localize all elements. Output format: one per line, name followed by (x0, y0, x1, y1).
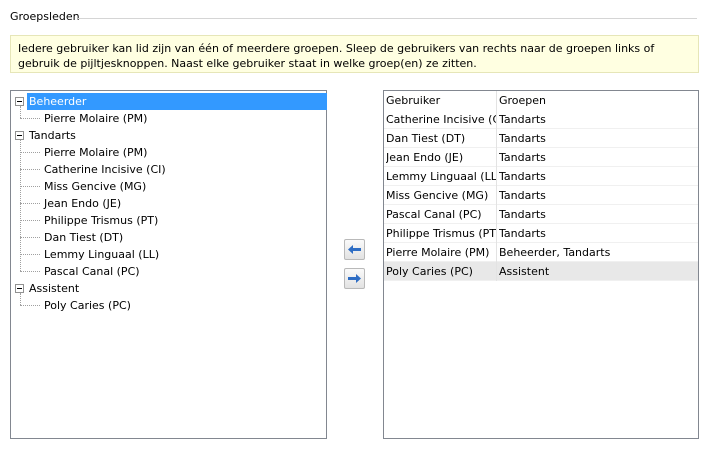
cell-user: Poly Caries (PC) (386, 265, 473, 278)
header-separator (496, 91, 497, 110)
cell-separator (496, 186, 497, 205)
header-user[interactable]: Gebruiker (386, 91, 496, 110)
tree-connector (20, 293, 21, 305)
arrow-left-icon (348, 245, 361, 254)
cell-groups: Tandarts (499, 189, 546, 202)
table-row[interactable]: Miss Gencive (MG) Tandarts (384, 186, 698, 205)
tree-connector (20, 186, 40, 187)
tree-connector (20, 140, 21, 271)
tree-member-item[interactable]: Lemmy Linguaal (LL) (42, 246, 161, 263)
table-row[interactable]: Poly Caries (PC) Assistent (384, 262, 698, 281)
table-row[interactable]: Lemmy Linguaal (LL) Tandarts (384, 167, 698, 186)
table-row[interactable]: Catherine Incisive (CI) Tandarts (384, 110, 698, 129)
cell-separator (496, 167, 497, 186)
tree-member-item[interactable]: Jean Endo (JE) (42, 195, 123, 212)
tree-member-label: Pierre Molaire (PM) (44, 112, 148, 125)
tree-connector (20, 254, 40, 255)
cell-groups: Assistent (499, 265, 550, 278)
tree-member-label: Catherine Incisive (CI) (44, 163, 166, 176)
table-row[interactable]: Dan Tiest (DT) Tandarts (384, 129, 698, 148)
tree-connector (20, 152, 40, 153)
tree-connector (20, 203, 40, 204)
move-left-button[interactable] (344, 239, 365, 260)
tree-group-label: Tandarts (29, 129, 76, 142)
users-grid[interactable]: Gebruiker Groepen Catherine Incisive (CI… (383, 90, 699, 439)
tree-member-label: Pierre Molaire (PM) (44, 146, 148, 159)
tree-member-label: Miss Gencive (MG) (44, 180, 147, 193)
tree-member-label: Jean Endo (JE) (44, 197, 122, 210)
cell-separator (496, 224, 497, 243)
cell-separator (496, 148, 497, 167)
cell-user: Miss Gencive (MG) (386, 189, 489, 202)
table-row[interactable]: Pascal Canal (PC) Tandarts (384, 205, 698, 224)
groups-tree[interactable]: Beheerder Pierre Molaire (PM) Tandarts Pier… (10, 90, 327, 439)
cell-user: Lemmy Linguaal (LL) (386, 170, 496, 183)
collapse-icon[interactable] (15, 283, 24, 293)
cell-separator (496, 110, 497, 129)
tree-group-2[interactable]: Assistent (15, 280, 81, 297)
cell-groups: Tandarts (499, 208, 546, 221)
cell-user: Catherine Incisive (CI) (386, 113, 496, 126)
collapse-icon[interactable] (15, 96, 24, 106)
tree-group-0[interactable]: Beheerder (15, 93, 89, 110)
cell-user: Jean Endo (JE) (386, 151, 464, 164)
grid-header: Gebruiker Groepen (384, 91, 698, 110)
tree-group-label: Assistent (29, 282, 80, 295)
tree-member-item[interactable]: Poly Caries (PC) (42, 297, 133, 314)
groupbox-divider (78, 18, 697, 19)
tree-member-label: Poly Caries (PC) (44, 299, 131, 312)
tree-member-label: Dan Tiest (DT) (44, 231, 124, 244)
header-groups[interactable]: Groepen (499, 91, 695, 110)
cell-groups: Tandarts (499, 113, 546, 126)
collapse-icon[interactable] (15, 130, 24, 140)
tree-connector (20, 305, 40, 306)
cell-separator (496, 205, 497, 224)
tree-connector (20, 169, 40, 170)
tree-member-item[interactable]: Catherine Incisive (CI) (42, 161, 168, 178)
cell-user: Pierre Molaire (PM) (386, 246, 490, 259)
cell-separator (496, 129, 497, 148)
tree-member-item[interactable]: Dan Tiest (DT) (42, 229, 125, 246)
tree-connector (20, 118, 40, 119)
tree-member-item[interactable]: Pierre Molaire (PM) (42, 110, 149, 127)
tree-member-item[interactable]: Pascal Canal (PC) (42, 263, 142, 280)
cell-separator (496, 262, 497, 281)
tree-member-item[interactable]: Philippe Trismus (PT) (42, 212, 160, 229)
cell-separator (496, 243, 497, 262)
tree-member-item[interactable]: Miss Gencive (MG) (42, 178, 148, 195)
groupbox-title: Groepsleden (10, 10, 84, 23)
cell-groups: Tandarts (499, 170, 546, 183)
move-right-button[interactable] (344, 268, 365, 289)
tree-connector (20, 220, 40, 221)
cell-user: Dan Tiest (DT) (386, 132, 466, 145)
cell-groups: Beheerder, Tandarts (499, 246, 611, 259)
table-row[interactable]: Philippe Trismus (PT) Tandarts (384, 224, 698, 243)
cell-groups: Tandarts (499, 151, 546, 164)
table-row[interactable]: Pierre Molaire (PM) Beheerder, Tandarts (384, 243, 698, 262)
tree-group-1[interactable]: Tandarts (15, 127, 78, 144)
cell-groups: Tandarts (499, 132, 546, 145)
info-banner: Iedere gebruiker kan lid zijn van één of… (10, 35, 699, 73)
tree-connector (20, 237, 40, 238)
table-row[interactable]: Jean Endo (JE) Tandarts (384, 148, 698, 167)
tree-member-label: Lemmy Linguaal (LL) (44, 248, 160, 261)
tree-member-label: Pascal Canal (PC) (44, 265, 140, 278)
tree-group-label: Beheerder (27, 93, 89, 110)
cell-user: Pascal Canal (PC) (386, 208, 482, 221)
cell-groups: Tandarts (499, 227, 546, 240)
tree-member-label: Philippe Trismus (PT) (44, 214, 159, 227)
arrow-right-icon (348, 274, 361, 283)
tree-connector (20, 106, 21, 118)
tree-member-item[interactable]: Pierre Molaire (PM) (42, 144, 149, 161)
cell-user: Philippe Trismus (PT) (386, 227, 496, 240)
tree-connector (20, 271, 40, 272)
